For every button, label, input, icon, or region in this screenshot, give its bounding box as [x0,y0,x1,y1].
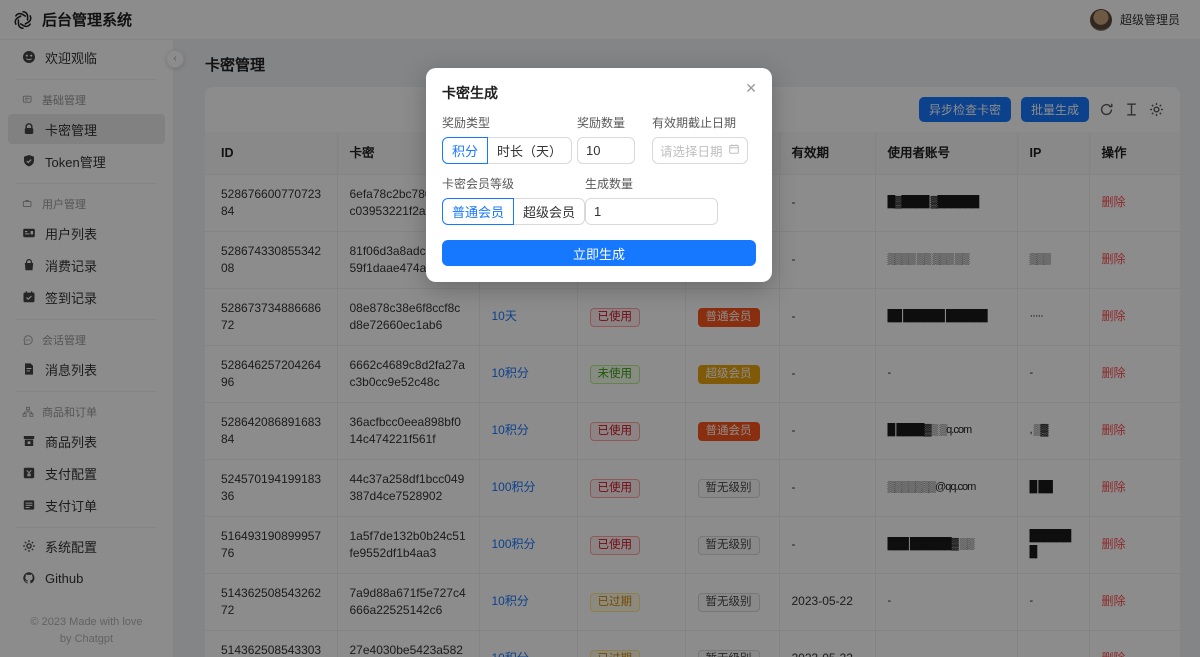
generate-now-button[interactable]: 立即生成 [442,240,756,266]
member-level-super-option[interactable]: 超级会员 [514,198,585,225]
reward-amount-input[interactable] [577,137,635,164]
member-level-normal-option[interactable]: 普通会员 [442,198,514,225]
reward-type-duration-option[interactable]: 时长（天） [488,137,572,164]
expiry-placeholder: 请选择日期 [660,141,724,160]
reward-amount-label: 奖励数量 [577,114,635,131]
expiry-label: 有效期截止日期 [652,114,748,131]
app-root: 后台管理系统 超级管理员 欢迎观临基础管理卡密管理Token管理用户管理用户列表… [0,0,1200,657]
gen-count-label: 生成数量 [585,175,718,192]
calendar-icon [728,142,740,160]
modal-title: 卡密生成 [442,83,756,103]
reward-type-segmented: 积分 时长（天） [442,137,572,164]
generate-modal: 卡密生成 ✕ 奖励类型 积分 时长（天） 奖励数量 有效期截止日期 请选择日期 [426,68,772,282]
gen-count-input[interactable] [585,198,718,225]
close-icon[interactable]: ✕ [745,81,757,95]
reward-type-label: 奖励类型 [442,114,557,131]
member-level-label: 卡密会员等级 [442,175,568,192]
reward-type-points-option[interactable]: 积分 [442,137,488,164]
member-level-segmented: 普通会员 超级会员 [442,198,585,225]
expiry-date-picker[interactable]: 请选择日期 [652,137,748,164]
